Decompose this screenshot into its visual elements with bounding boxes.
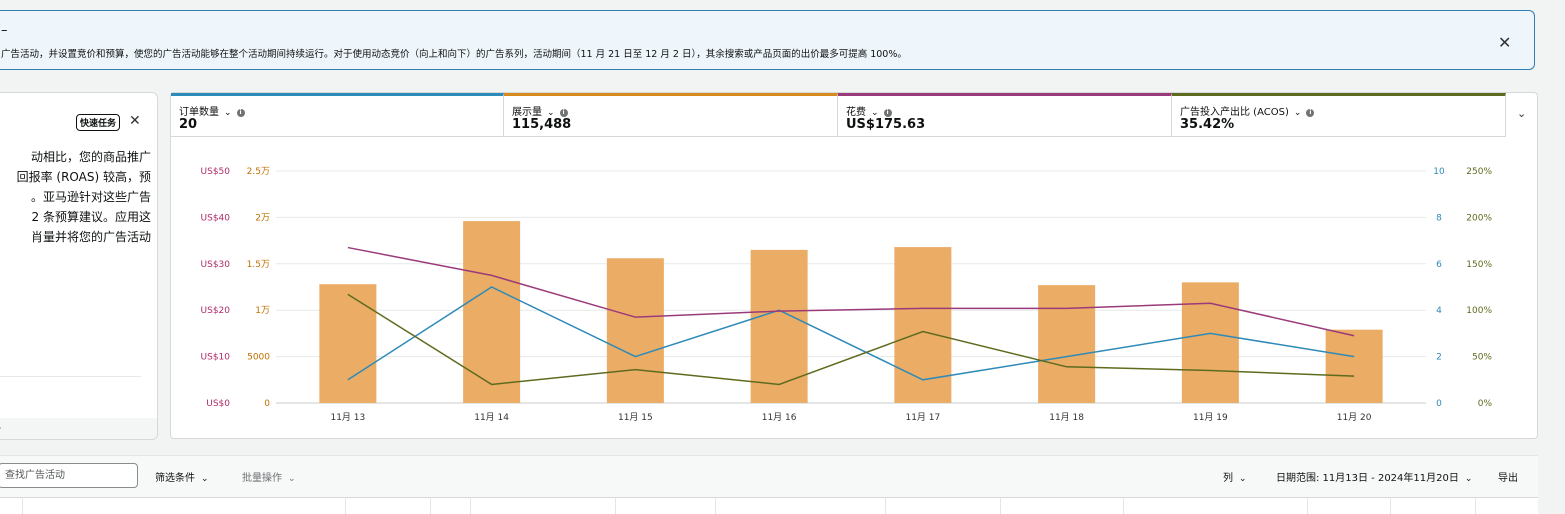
info-banner: – 广告活动，并设置竞价和预算，使您的广告活动能够在整个活动期间持续运行。对于使… xyxy=(0,10,1535,70)
column-divider xyxy=(615,497,616,514)
campaign-manager-page: – 广告活动，并设置竞价和预算，使您的广告活动能够在整个活动期间持续运行。对于使… xyxy=(0,0,1565,514)
column-divider xyxy=(1307,497,1308,514)
x-tick-label: 11月 19 xyxy=(1193,412,1228,423)
orders-tick-label: 6 xyxy=(1436,260,1442,270)
x-tick-label: 11月 17 xyxy=(905,412,940,423)
search-input[interactable] xyxy=(0,463,138,488)
quick-task-line: 2 条预算建议。应用这 xyxy=(31,210,151,224)
spend-tick-label: US$40 xyxy=(201,213,231,223)
bar xyxy=(1325,329,1383,403)
spend-tick-label: US$20 xyxy=(201,306,231,316)
x-tick-label: 11月 15 xyxy=(618,412,653,423)
bar xyxy=(1038,285,1096,403)
date-range-label: 日期范围: 11月13日 - 2024年11月20日 xyxy=(1276,473,1459,484)
orders-tick-label: 10 xyxy=(1433,167,1445,177)
columns-label: 列 xyxy=(1223,473,1233,484)
x-tick-label: 11月 18 xyxy=(1049,412,1084,423)
spend-tick-label: US$10 xyxy=(201,353,231,363)
orders-tick-label: 8 xyxy=(1436,213,1442,223)
banner-title: – xyxy=(1,23,8,38)
acos-tick-label: 200% xyxy=(1466,213,1492,223)
filter-label: 筛选条件 xyxy=(155,473,195,484)
spend-tick-label: US$0 xyxy=(206,399,230,409)
impressions-tick-label: 1.5万 xyxy=(247,260,270,270)
column-divider xyxy=(470,497,471,514)
bulk-actions-label: 批量操作 xyxy=(242,473,282,484)
chevron-down-icon: ⌄ xyxy=(1239,474,1247,484)
x-tick-label: 11月 13 xyxy=(330,412,365,423)
column-divider xyxy=(1123,497,1124,514)
column-divider xyxy=(1475,497,1476,514)
performance-chart: US$0 US$10 US$20 US$30 US$40 US$50 0 5000 1万 1.5万… xyxy=(201,167,1493,423)
impressions-tick-label: 2万 xyxy=(255,213,270,223)
bar xyxy=(606,258,664,403)
column-divider xyxy=(1390,497,1391,514)
column-divider xyxy=(715,497,716,514)
quick-task-line: 回报率 (ROAS) 较高，预 xyxy=(16,170,151,184)
performance-chart-card: 订单数量 ⌄ i 20 展示量 ⌄ i 115,488 花费 ⌄ i US$175.63 广… xyxy=(170,92,1538,439)
acos-tick-label: 250% xyxy=(1466,167,1492,177)
spend-tick-label: US$30 xyxy=(201,260,231,270)
chevron-right-icon[interactable]: › xyxy=(0,421,1,434)
chevron-down-icon: ⌄ xyxy=(201,474,209,484)
acos-tick-label: 0% xyxy=(1478,399,1493,409)
chevron-down-icon: ⌄ xyxy=(288,474,296,484)
column-divider xyxy=(345,497,346,514)
columns-button[interactable]: 列 ⌄ xyxy=(1223,469,1247,484)
orders-tick-label: 4 xyxy=(1436,306,1442,316)
column-divider xyxy=(430,497,431,514)
close-icon[interactable]: ✕ xyxy=(129,113,141,129)
impressions-tick-label: 0 xyxy=(264,399,270,409)
acos-tick-label: 50% xyxy=(1472,353,1492,363)
bulk-actions-button[interactable]: 批量操作 ⌄ xyxy=(242,469,296,484)
bar xyxy=(1181,282,1239,403)
chevron-down-icon: ⌄ xyxy=(1464,474,1473,484)
spend-tick-label: US$50 xyxy=(201,167,231,177)
impressions-tick-label: 1万 xyxy=(255,306,270,316)
x-tick-label: 11月 16 xyxy=(762,412,797,423)
quick-task-text: 动相比，您的商品推广 回报率 (ROAS) 较高，预 。亚马逊针对这些广告 2 … xyxy=(0,147,151,247)
export-button[interactable]: 导出 xyxy=(1498,469,1518,484)
acos-tick-label: 150% xyxy=(1466,260,1492,270)
x-tick-label: 11月 14 xyxy=(474,412,509,423)
quick-task-card: 快速任务 ✕ 动相比，您的商品推广 回报率 (ROAS) 较高，预 。亚马逊针对… xyxy=(0,92,158,440)
bar xyxy=(463,221,521,403)
column-divider xyxy=(22,497,23,514)
acos-tick-label: 100% xyxy=(1466,306,1492,316)
x-tick-label: 11月 20 xyxy=(1337,412,1372,423)
column-divider xyxy=(885,497,886,514)
quick-task-line: 。亚马逊针对这些广告 xyxy=(30,190,151,204)
page-scrollbar[interactable] xyxy=(1538,0,1565,514)
card-footer xyxy=(0,418,157,439)
quick-task-line: 动相比，您的商品推广 xyxy=(30,150,151,164)
banner-text: 广告活动，并设置竞价和预算，使您的广告活动能够在整个活动期间持续运行。对于使用动… xyxy=(1,49,907,60)
orders-tick-label: 2 xyxy=(1436,353,1442,363)
impressions-tick-label: 2.5万 xyxy=(247,167,270,177)
date-range-button[interactable]: 日期范围: 11月13日 - 2024年11月20日 ⌄ xyxy=(1276,469,1472,484)
bar xyxy=(750,249,808,403)
orders-tick-label: 0 xyxy=(1436,399,1442,409)
column-divider xyxy=(1000,497,1001,514)
quick-task-line: 肖量并将您的广告活动 xyxy=(30,230,151,244)
divider xyxy=(0,376,141,377)
quick-task-badge: 快速任务 xyxy=(76,114,121,131)
close-icon[interactable]: ✕ xyxy=(1498,33,1511,52)
impressions-tick-label: 5000 xyxy=(247,353,270,363)
filter-button[interactable]: 筛选条件 ⌄ xyxy=(155,469,209,484)
bar xyxy=(319,284,377,403)
